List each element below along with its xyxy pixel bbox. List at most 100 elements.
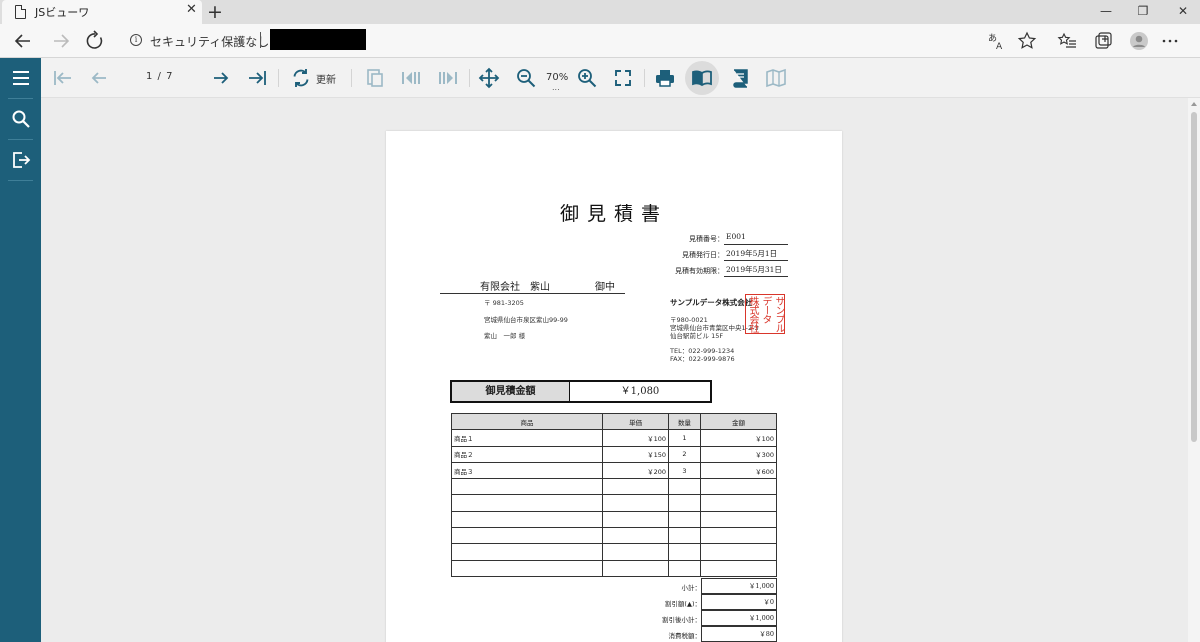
meta-label: 見積番号： [689, 235, 724, 243]
cell-amount: ￥300 [700, 445, 777, 463]
minimize-button[interactable]: — [1086, 0, 1126, 24]
toolbar-divider [278, 69, 279, 87]
zoom-in-icon[interactable] [576, 67, 598, 89]
book-single-icon[interactable] [729, 67, 751, 89]
print-icon[interactable] [654, 67, 676, 89]
search-icon[interactable] [10, 108, 32, 130]
sidebar-divider [8, 180, 33, 181]
book-gallery-icon[interactable] [765, 67, 787, 89]
zoom-level[interactable]: 70% [546, 72, 568, 83]
document-page: 御見積書 見積番号： E001 見積発行日： 2019年5月1日 見積有効期限：… [386, 131, 842, 642]
header-amount: 金額 [700, 412, 777, 431]
table-row [451, 527, 777, 545]
cell-unit-price [602, 494, 669, 512]
zoom-dropdown-indicator[interactable]: ... [552, 83, 560, 92]
total-label: 御見積金額 [452, 382, 570, 401]
refresh-icon[interactable] [290, 67, 312, 89]
cell-product [451, 559, 603, 577]
cell-unit-price: ￥100 [602, 429, 669, 447]
seal-column: データ [760, 296, 771, 323]
back-arrow-icon[interactable] [12, 30, 34, 52]
cell-product: 商品２ [451, 445, 603, 463]
header-quantity: 数量 [668, 412, 701, 431]
cell-unit-price [602, 510, 669, 529]
estimate-total-box: 御見積金額 ￥1,080 [450, 380, 712, 403]
table-row [451, 478, 777, 496]
favorites-list-icon[interactable] [1057, 31, 1077, 51]
toolbar-divider [351, 69, 352, 87]
last-page-icon[interactable] [247, 67, 269, 89]
document-icon [15, 5, 26, 19]
book-open-icon [692, 70, 712, 87]
cell-amount [700, 510, 777, 529]
viewer-sidebar [0, 58, 41, 642]
issuer-address-2: 仙台駅前ビル 15F [670, 332, 724, 340]
play-backward-icon[interactable] [400, 67, 422, 89]
meta-label: 見積有効期限： [675, 267, 724, 275]
header-product: 商品 [451, 412, 603, 431]
hamburger-menu-icon[interactable] [10, 67, 32, 89]
items-table: 商品 単価 数量 金額 商品１ ￥100 1 ￥100 商品２ ￥150 2 ￥300 商品３ ￥… [451, 412, 777, 577]
cell-unit-price [602, 478, 669, 496]
zoom-out-icon[interactable] [515, 67, 537, 89]
cell-unit-price: ￥200 [602, 461, 669, 480]
info-icon[interactable]: i [130, 34, 142, 46]
table-row [451, 510, 777, 529]
cell-quantity: 1 [668, 429, 701, 447]
table-row [451, 543, 777, 561]
move-icon[interactable] [478, 67, 500, 89]
collections-icon[interactable] [1093, 31, 1113, 51]
restore-button[interactable]: ❐ [1123, 0, 1163, 24]
cell-amount [700, 559, 777, 577]
summary-row: 小計： ￥1,000 [636, 578, 777, 594]
refresh-label[interactable]: 更新 [316, 71, 336, 86]
cell-product [451, 510, 603, 529]
profile-avatar-icon[interactable] [1129, 31, 1149, 51]
exit-icon[interactable] [10, 149, 32, 171]
summary-row: 割引額(▲)： ￥0 [636, 594, 777, 610]
customer-honorific: 御中 [595, 282, 615, 293]
vertical-scrollbar[interactable] [1188, 98, 1200, 642]
translate-icon[interactable]: あA [987, 31, 1007, 51]
more-options-icon[interactable] [1160, 31, 1180, 51]
total-value: ￥1,080 [620, 386, 660, 397]
window-close-button[interactable]: ✕ [1163, 0, 1200, 24]
meta-value: 2019年5月31日 [724, 264, 788, 277]
cell-amount: ￥100 [700, 429, 777, 447]
previous-page-icon[interactable] [88, 67, 110, 89]
play-forward-icon[interactable] [437, 67, 459, 89]
reload-icon[interactable] [84, 30, 106, 52]
next-page-icon[interactable] [210, 67, 232, 89]
document-title: 御見積書 [559, 203, 668, 225]
document-viewer[interactable]: 御見積書 見積番号： E001 見積発行日： 2019年5月1日 見積有効期限：… [41, 98, 1188, 642]
customer-postal: 〒 981-3205 [484, 299, 524, 307]
fullscreen-icon[interactable] [612, 67, 634, 89]
cell-product [451, 478, 603, 496]
table-row [451, 559, 777, 577]
browser-tab[interactable]: JSビューワ ✕ [2, 0, 202, 24]
copy-page-icon[interactable] [364, 67, 386, 89]
summary-value: ￥80 [701, 626, 777, 642]
cell-amount [700, 494, 777, 512]
page-indicator[interactable]: 1 / 7 [146, 71, 173, 82]
cell-amount [700, 478, 777, 496]
cell-product [451, 494, 603, 512]
address-url-redacted[interactable] [270, 29, 366, 50]
forward-arrow-icon[interactable] [50, 30, 72, 52]
customer-address: 宮城県仙台市泉区紫山99-99 [484, 316, 568, 324]
app-window: JSビューワ ✕ + — ❐ ✕ i セキュリティ保護なし あA 1 / 7 更… [0, 0, 1200, 642]
seal-column: サンプル [773, 296, 784, 332]
cell-quantity [668, 510, 701, 529]
favorite-star-icon[interactable] [1017, 31, 1037, 51]
customer-person: 紫山 一郎 様 [484, 332, 526, 340]
address-bar[interactable]: i セキュリティ保護なし [118, 28, 1048, 54]
cell-quantity [668, 478, 701, 496]
summary-label: 小計： [681, 584, 702, 592]
first-page-icon[interactable] [51, 67, 73, 89]
meta-issue-date: 見積発行日： 2019年5月1日 [656, 246, 788, 261]
new-tab-button[interactable]: + [207, 0, 223, 24]
scrollbar-thumb[interactable] [1191, 112, 1197, 442]
cell-unit-price [602, 527, 669, 545]
book-open-button[interactable] [685, 61, 719, 95]
tab-close-button[interactable]: ✕ [186, 2, 197, 17]
